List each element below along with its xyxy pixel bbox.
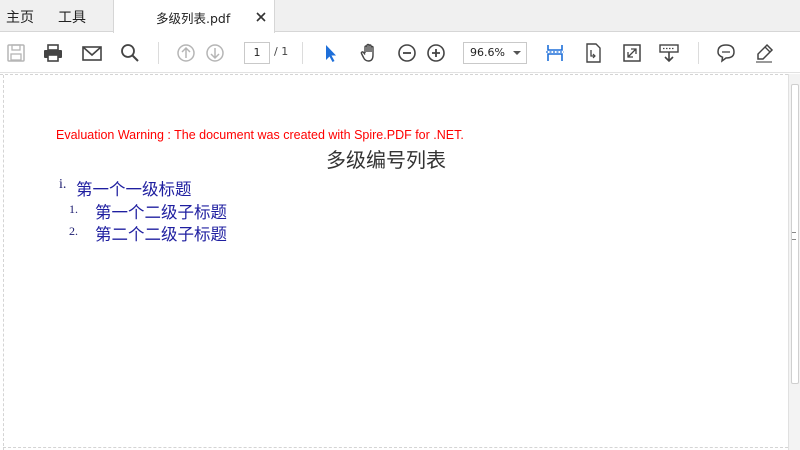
menu-home[interactable]: 主页 [6,7,34,27]
zoom-in-icon[interactable] [424,41,448,65]
document-tab[interactable]: 多级列表.pdf [113,0,275,33]
list-item-level2: 第二个二级子标题 [95,225,227,244]
print-icon[interactable] [41,41,65,65]
next-page-icon[interactable] [203,41,227,65]
toolbar: 1 / 1 96.6% [0,33,800,73]
document-tab-title: 多级列表.pdf [156,11,231,26]
mail-icon[interactable] [80,41,104,65]
document-viewport[interactable]: Evaluation Warning : The document was cr… [0,74,788,450]
chevron-down-icon [513,51,521,55]
save-icon[interactable] [4,41,28,65]
toolbar-separator [158,42,159,64]
list-item-level2: 第一个二级子标题 [95,203,227,222]
toolbar-separator [698,42,699,64]
list-marker-level1: i. [59,177,67,192]
zoom-select[interactable]: 96.6% [463,42,527,64]
rotate-page-icon[interactable] [581,41,605,65]
select-cursor-icon[interactable] [319,41,343,65]
toolbar-separator [302,42,303,64]
list-marker-level2: 2. [69,224,78,238]
page-total-label: / 1 [274,45,289,58]
close-icon[interactable] [255,8,267,22]
extract-page-icon[interactable] [657,41,681,65]
zoom-value: 96.6% [470,46,505,59]
previous-page-icon[interactable] [174,41,198,65]
evaluation-warning: Evaluation Warning : The document was cr… [56,128,464,142]
search-icon[interactable] [118,41,142,65]
scrollbar-grip [792,232,796,240]
page-border [3,447,788,448]
menu-tools[interactable]: 工具 [58,7,86,27]
highlight-icon[interactable] [752,41,776,65]
comment-icon[interactable] [714,41,738,65]
list-item-level1: 第一个一级标题 [76,180,192,199]
page-number-input[interactable]: 1 [244,42,270,64]
tab-bar: 主页 工具 多级列表.pdf [0,0,800,33]
page-border [3,75,4,450]
zoom-out-icon[interactable] [395,41,419,65]
list-marker-level2: 1. [69,202,78,216]
hand-tool-icon[interactable] [357,41,381,65]
document-title: 多级编号列表 [326,148,446,172]
fit-width-icon[interactable] [543,41,567,65]
fullscreen-icon[interactable] [620,41,644,65]
vertical-scrollbar[interactable] [788,74,800,450]
